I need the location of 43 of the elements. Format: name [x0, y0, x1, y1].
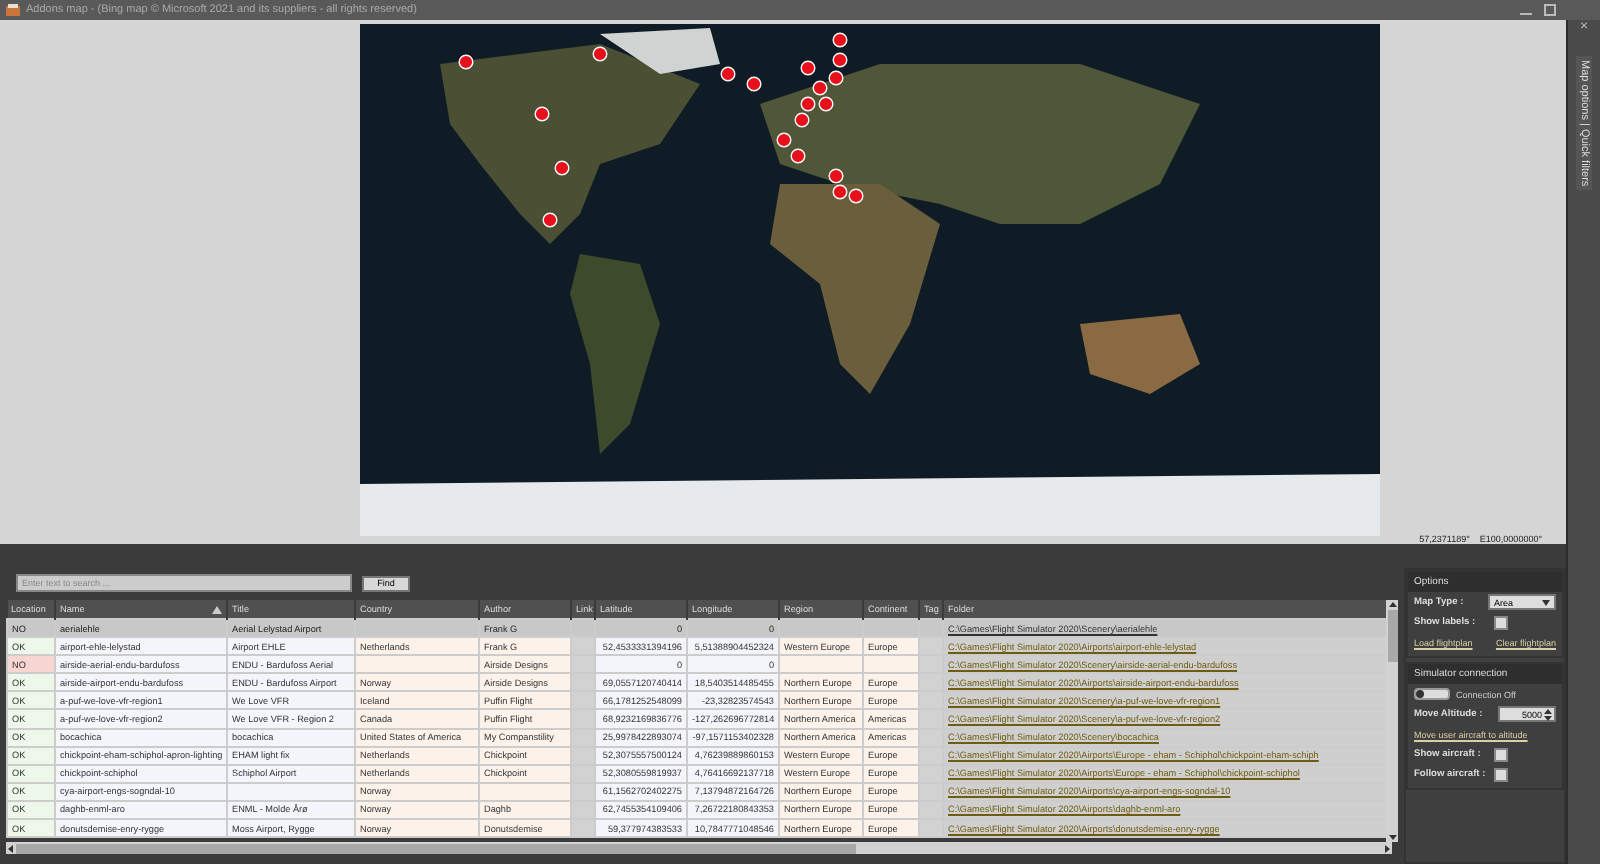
table-row[interactable]: [7, 673, 1386, 692]
scrollbar-thumb[interactable]: [1387, 610, 1397, 662]
scrollbar-thumb[interactable]: [16, 843, 856, 853]
map-pin-icon[interactable]: [832, 32, 848, 48]
maximize-icon[interactable]: [1544, 4, 1556, 16]
app-icon: [6, 4, 20, 16]
table-cell: [779, 619, 863, 638]
checkbox[interactable]: [1494, 615, 1508, 629]
map-pin-icon[interactable]: [800, 60, 816, 76]
map-pin-icon[interactable]: [832, 184, 848, 200]
spinner-arrows-icon[interactable]: [1544, 707, 1552, 721]
map-pin-icon[interactable]: [776, 132, 792, 148]
checkbox[interactable]: [1494, 767, 1508, 781]
map-pin-icon[interactable]: [818, 96, 834, 112]
map-pin-icon[interactable]: [790, 148, 806, 164]
map-pin-icon[interactable]: [720, 66, 736, 82]
toggle-switch[interactable]: [1414, 688, 1450, 700]
map-pin-icon[interactable]: [534, 106, 550, 122]
map-pin-icon[interactable]: [832, 52, 848, 68]
map-pin-icon[interactable]: [794, 112, 810, 128]
map-pin-icon[interactable]: [554, 160, 570, 176]
map-pin-icon[interactable]: [828, 70, 844, 86]
vertical-scrollbar[interactable]: [1386, 600, 1398, 842]
map-pin-icon[interactable]: [542, 212, 558, 228]
table-cell: [863, 619, 919, 638]
map-pin-icon[interactable]: [458, 54, 474, 70]
table-row[interactable]: [7, 746, 1386, 765]
map-pin-icon[interactable]: [812, 80, 828, 96]
table-cell: [571, 619, 595, 638]
scroll-left-icon[interactable]: [6, 843, 16, 853]
map-pin-icon[interactable]: [746, 76, 762, 92]
table-cell: [919, 619, 943, 638]
map-pin-icon[interactable]: [800, 96, 816, 112]
table-cell: [355, 619, 479, 638]
scroll-right-icon[interactable]: [1382, 843, 1392, 853]
horizontal-scrollbar[interactable]: [6, 842, 1392, 854]
caret-icon: [1542, 599, 1550, 605]
map-pin-icon[interactable]: [592, 46, 608, 62]
checkbox[interactable]: [1494, 747, 1508, 761]
map-pin-icon[interactable]: [828, 168, 844, 184]
map-pin-icon[interactable]: [848, 188, 864, 204]
table-row[interactable]: [7, 764, 1386, 783]
scroll-down-icon[interactable]: [1387, 832, 1397, 842]
